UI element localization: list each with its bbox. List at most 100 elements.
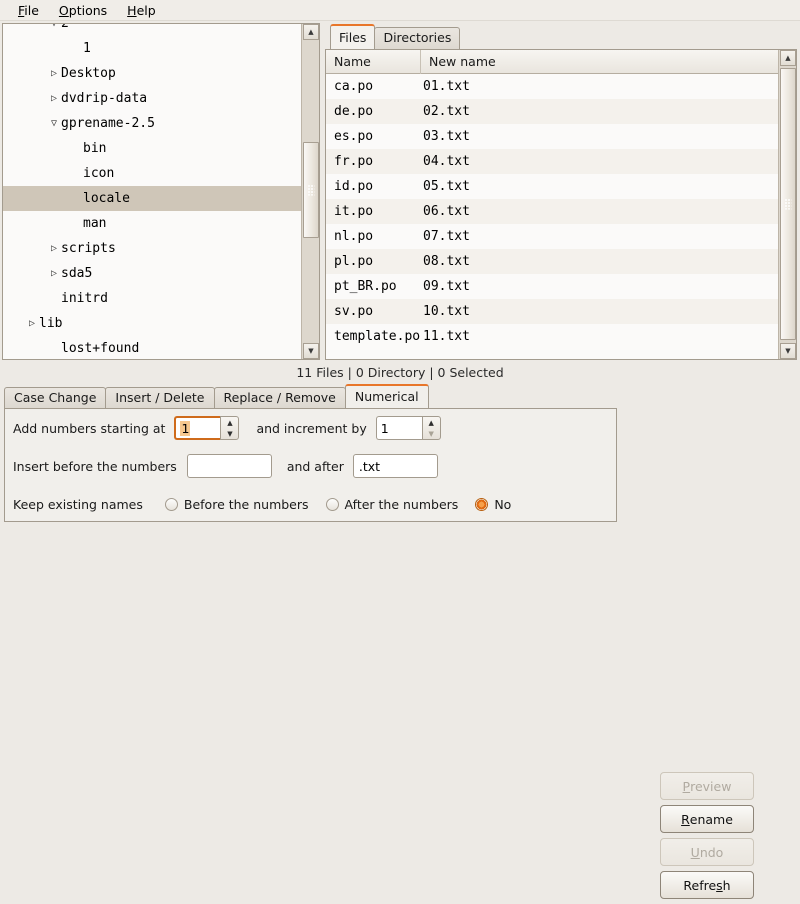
tree-item[interactable]: ▷ lib <box>3 311 301 336</box>
menu-help[interactable]: Help <box>117 1 166 20</box>
tab-case-change[interactable]: Case Change <box>4 387 107 408</box>
scrollbar-grip-icon <box>784 198 792 210</box>
tree-item-label: sda5 <box>61 266 93 281</box>
action-buttons: Preview Rename Undo Refre s h <box>660 772 756 904</box>
file-row[interactable]: es.po 03.txt <box>326 124 778 149</box>
tree-expander-closed-icon[interactable]: ▷ <box>47 93 61 104</box>
tree-item[interactable]: ▷ sda5 <box>3 261 301 286</box>
tree-item[interactable]: icon <box>3 161 301 186</box>
file-row[interactable]: it.po 06.txt <box>326 199 778 224</box>
tree-item-label: man <box>83 216 107 231</box>
menu-bar: File Options Help <box>0 0 800 21</box>
start-number-spinner-buttons[interactable]: ▲ ▼ <box>220 416 240 440</box>
files-scroll-up-icon[interactable]: ▲ <box>780 50 796 66</box>
spinner-down-icon[interactable]: ▼ <box>221 428 238 439</box>
label-keep-existing-names: Keep existing names <box>13 496 143 512</box>
file-name-cell: template.po <box>334 329 421 344</box>
file-row[interactable]: id.po 05.txt <box>326 174 778 199</box>
start-number-input[interactable]: 1 <box>174 416 221 440</box>
radio-icon <box>325 497 339 511</box>
files-scrollbar-thumb[interactable] <box>780 68 796 340</box>
increment-spinner-buttons[interactable]: ▲ ▼ <box>421 416 441 440</box>
file-row[interactable]: ca.po 01.txt <box>326 74 778 99</box>
tree-item[interactable]: 1 <box>3 36 301 61</box>
file-new-name-cell: 02.txt <box>423 104 470 119</box>
numerical-row-start: Add numbers starting at 1 ▲ ▼ and increm… <box>5 409 616 447</box>
start-number-value: 1 <box>180 420 191 436</box>
directory-tree[interactable]: ▽21▷Desktop▷dvdrip-data▽gprename-2.5bini… <box>3 24 301 359</box>
tree-expander-open-icon[interactable]: ▽ <box>47 24 61 29</box>
file-name-cell: pl.po <box>334 254 374 269</box>
radio-selected-icon <box>475 497 489 511</box>
main-split: ▽21▷Desktop▷dvdrip-data▽gprename-2.5bini… <box>0 22 800 360</box>
status-bar: 11 Files | 0 Directory | 0 Selected <box>296 364 504 380</box>
spinner-up-icon[interactable]: ▲ <box>221 417 238 428</box>
tree-item[interactable]: lost+found <box>3 336 301 359</box>
file-row[interactable]: pl.po 08.txt <box>326 249 778 274</box>
tab-files[interactable]: Files <box>330 24 376 49</box>
radio-icon <box>164 497 178 511</box>
gprename-window: File Options Help ▽21▷Desktop▷dvdrip-dat… <box>0 0 800 899</box>
radio-before-the-numbers[interactable]: Before the numbers <box>164 497 309 512</box>
tree-scrollbar-thumb[interactable] <box>303 142 319 238</box>
column-header-name[interactable]: Name <box>326 50 421 74</box>
file-list[interactable]: ca.po 01.txt de.po 02.txt es.po 03.txt fr.po 04… <box>326 74 778 359</box>
prefix-input[interactable] <box>186 454 272 478</box>
numerical-panel: Add numbers starting at 1 ▲ ▼ and increm… <box>4 408 617 522</box>
tree-expander-closed-icon[interactable]: ▷ <box>47 243 61 254</box>
radio-after-the-numbers[interactable]: After the numbers <box>325 497 458 512</box>
tab-numerical[interactable]: Numerical <box>344 384 429 408</box>
bottom-area: Case Change Insert / Delete Replace / Re… <box>0 384 800 899</box>
tree-item[interactable]: ▷ scripts <box>3 236 301 261</box>
tree-scroll-down-icon[interactable]: ▼ <box>303 343 319 359</box>
tree-scrollbar[interactable]: ▲ ▼ <box>301 24 319 359</box>
undo-button[interactable]: Undo <box>660 838 754 866</box>
menu-options[interactable]: Options <box>49 1 117 20</box>
tree-item[interactable]: bin <box>3 136 301 161</box>
file-list-scrollbar[interactable]: ▲ ▼ <box>778 50 796 359</box>
file-name-cell: id.po <box>334 179 374 194</box>
refresh-button[interactable]: Refre s h <box>660 871 754 899</box>
file-row[interactable]: template.po 11.txt <box>326 324 778 349</box>
suffix-value: .txt <box>358 458 381 474</box>
tree-item-label: lost+found <box>61 341 140 356</box>
tree-item[interactable]: ▽ gprename-2.5 <box>3 111 301 136</box>
tree-item-label: dvdrip-data <box>61 91 148 106</box>
spinner-up-icon[interactable]: ▲ <box>423 417 440 428</box>
tree-item-selected[interactable]: locale <box>3 186 301 211</box>
file-row[interactable]: pt_BR.po 09.txt <box>326 274 778 299</box>
file-new-name-cell: 11.txt <box>423 329 470 344</box>
start-number-spinner[interactable]: 1 ▲ ▼ <box>174 416 240 440</box>
files-scroll-down-icon[interactable]: ▼ <box>780 343 796 359</box>
tree-scroll-up-icon[interactable]: ▲ <box>303 24 319 40</box>
increment-spinner[interactable]: 1 ▲ ▼ <box>375 416 441 440</box>
column-header-new-name[interactable]: New name <box>421 50 796 74</box>
tab-replace-remove[interactable]: Replace / Remove <box>213 387 346 408</box>
menu-file[interactable]: File <box>8 1 49 20</box>
file-row[interactable]: sv.po 10.txt <box>326 299 778 324</box>
tree-item[interactable]: ▷ Desktop <box>3 61 301 86</box>
tree-expander-closed-icon[interactable]: ▷ <box>47 68 61 79</box>
radio-no[interactable]: No <box>475 497 511 512</box>
file-row[interactable]: fr.po 04.txt <box>326 149 778 174</box>
tree-expander-closed-icon[interactable]: ▷ <box>47 268 61 279</box>
tree-expander-closed-icon[interactable]: ▷ <box>25 318 39 329</box>
tree-item[interactable]: ▽2 <box>3 24 301 36</box>
suffix-input[interactable]: .txt <box>352 454 438 478</box>
spinner-down-icon[interactable]: ▼ <box>423 428 440 439</box>
increment-input[interactable]: 1 <box>375 416 422 440</box>
preview-button[interactable]: Preview <box>660 772 754 800</box>
tree-item[interactable]: ▷ dvdrip-data <box>3 86 301 111</box>
tree-item-label: bin <box>83 141 107 156</box>
tree-item[interactable]: man <box>3 211 301 236</box>
tree-item[interactable]: initrd <box>3 286 301 311</box>
tab-directories[interactable]: Directories <box>374 27 461 49</box>
file-new-name-cell: 01.txt <box>423 79 470 94</box>
file-name-cell: pt_BR.po <box>334 279 397 294</box>
label-and-increment-by: and increment by <box>256 420 367 436</box>
tree-expander-open-icon[interactable]: ▽ <box>47 118 61 129</box>
file-row[interactable]: nl.po 07.txt <box>326 224 778 249</box>
rename-button[interactable]: Rename <box>660 805 754 833</box>
file-row[interactable]: de.po 02.txt <box>326 99 778 124</box>
tab-insert-delete[interactable]: Insert / Delete <box>105 387 215 408</box>
